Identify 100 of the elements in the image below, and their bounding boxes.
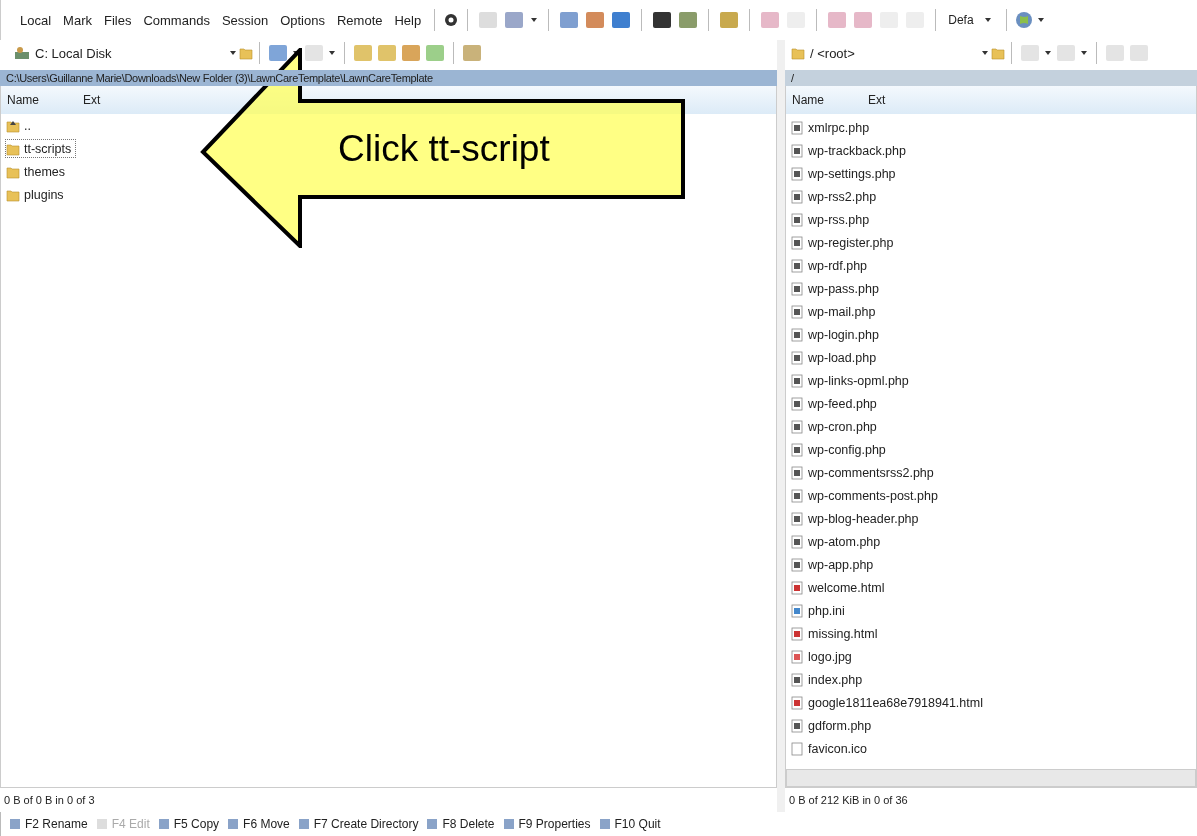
php-file-icon bbox=[791, 212, 804, 227]
toolbar-icon[interactable] bbox=[653, 12, 672, 28]
php-file-icon bbox=[791, 718, 804, 733]
php-file-icon bbox=[791, 465, 804, 480]
back-icon[interactable] bbox=[1021, 45, 1039, 61]
back-icon[interactable] bbox=[269, 45, 287, 61]
file-row[interactable]: wp-trackback.php bbox=[790, 141, 911, 160]
menu-item[interactable]: Mark bbox=[58, 12, 97, 28]
file-row[interactable]: index.php bbox=[790, 670, 868, 689]
refresh-icon[interactable] bbox=[426, 45, 444, 61]
callout-text: Click tt-script bbox=[338, 128, 550, 170]
file-row[interactable]: wp-pass.php bbox=[790, 279, 884, 298]
folder-icon bbox=[6, 164, 20, 179]
file-row[interactable]: wp-feed.php bbox=[790, 394, 882, 413]
gear-icon[interactable] bbox=[443, 12, 460, 28]
file-row[interactable]: welcome.html bbox=[790, 578, 890, 597]
file-row[interactable]: tt-scripts bbox=[5, 139, 77, 158]
web-file-icon bbox=[791, 626, 804, 641]
file-row[interactable]: gdform.php bbox=[790, 716, 877, 735]
file-row[interactable]: wp-atom.php bbox=[790, 532, 886, 551]
file-row[interactable]: wp-comments-post.php bbox=[790, 486, 943, 505]
php-file-icon bbox=[791, 557, 804, 572]
file-row[interactable]: logo.jpg bbox=[790, 647, 857, 666]
command-icon bbox=[426, 818, 439, 830]
menu-item[interactable]: Options bbox=[275, 12, 330, 28]
preset-dropdown[interactable]: Defa bbox=[944, 13, 998, 27]
function-key-button[interactable]: F6 Move bbox=[227, 817, 290, 831]
file-row[interactable]: wp-load.php bbox=[790, 348, 882, 367]
function-key-button[interactable]: F8 Delete bbox=[426, 817, 495, 831]
column-label[interactable]: Name bbox=[792, 93, 824, 107]
file-row[interactable]: .. bbox=[5, 116, 36, 135]
function-key-button[interactable]: F7 Create Directory bbox=[297, 817, 419, 831]
file-row[interactable]: favicon.ico bbox=[790, 739, 873, 758]
command-icon bbox=[297, 818, 310, 830]
file-row[interactable]: wp-mail.php bbox=[790, 302, 881, 321]
function-key-button[interactable]: F9 Properties bbox=[502, 817, 591, 831]
blank-file-icon bbox=[791, 741, 804, 756]
file-row[interactable]: wp-cron.php bbox=[790, 417, 882, 436]
menu-item[interactable]: Local bbox=[15, 12, 57, 28]
function-key-button[interactable]: F2 Rename bbox=[9, 817, 88, 831]
php-file-icon bbox=[791, 189, 804, 204]
file-row[interactable]: wp-settings.php bbox=[790, 164, 901, 183]
globe-icon[interactable] bbox=[1014, 11, 1033, 29]
php-file-icon bbox=[791, 143, 804, 158]
settings-file-icon bbox=[791, 603, 804, 618]
file-row[interactable]: google1811ea68e7918941.html bbox=[790, 693, 988, 712]
php-file-icon bbox=[791, 166, 804, 181]
menu-item[interactable]: Remote bbox=[331, 12, 388, 28]
folder-icon bbox=[791, 46, 805, 60]
php-file-icon bbox=[791, 672, 804, 687]
php-file-icon bbox=[791, 304, 804, 319]
web-file-icon bbox=[791, 580, 804, 595]
disk-icon bbox=[14, 46, 30, 60]
php-file-icon bbox=[791, 281, 804, 296]
status-text: 0 B of 0 B in 0 of 3 bbox=[3, 793, 96, 808]
menu-item[interactable]: Session bbox=[216, 12, 274, 28]
command-icon bbox=[95, 818, 108, 830]
function-key-button[interactable]: F5 Copy bbox=[157, 817, 220, 831]
file-row[interactable]: wp-config.php bbox=[790, 440, 891, 459]
home-icon[interactable] bbox=[402, 45, 420, 61]
column-label[interactable]: Ext bbox=[83, 93, 101, 107]
file-row[interactable]: wp-register.php bbox=[790, 233, 899, 252]
file-row[interactable]: wp-app.php bbox=[790, 555, 879, 574]
tree-icon[interactable] bbox=[463, 45, 481, 61]
php-file-icon bbox=[791, 442, 804, 457]
php-file-icon bbox=[791, 419, 804, 434]
command-icon bbox=[157, 818, 170, 830]
file-row[interactable]: missing.html bbox=[790, 624, 883, 643]
file-row[interactable]: wp-blog-header.php bbox=[790, 509, 924, 528]
file-row[interactable]: wp-rss2.php bbox=[790, 187, 882, 206]
php-file-icon bbox=[791, 235, 804, 250]
file-row[interactable]: wp-commentsrss2.php bbox=[790, 463, 939, 482]
image-file-icon bbox=[791, 649, 804, 664]
column-label[interactable]: Name bbox=[7, 93, 39, 107]
menu-item[interactable]: Commands bbox=[138, 12, 215, 28]
file-row[interactable]: wp-rdf.php bbox=[790, 256, 873, 275]
file-row[interactable]: wp-login.php bbox=[790, 325, 884, 344]
pane-splitter[interactable] bbox=[777, 40, 785, 812]
scrollbar[interactable] bbox=[786, 769, 1196, 787]
php-file-icon bbox=[791, 396, 804, 411]
web-file-icon bbox=[791, 695, 804, 710]
status-text: 0 B of 212 KiB in 0 of 36 bbox=[788, 793, 909, 808]
menu-item[interactable]: Help bbox=[389, 12, 427, 28]
php-file-icon bbox=[791, 373, 804, 388]
function-key-button[interactable]: F10 Quit bbox=[598, 817, 661, 831]
file-row[interactable]: wp-links-opml.php bbox=[790, 371, 914, 390]
file-row[interactable]: wp-rss.php bbox=[790, 210, 875, 229]
forward-icon[interactable] bbox=[1057, 45, 1075, 61]
php-file-icon bbox=[791, 534, 804, 549]
file-row[interactable]: themes bbox=[5, 162, 70, 181]
column-label[interactable]: Ext bbox=[868, 93, 886, 107]
file-row[interactable]: plugins bbox=[5, 185, 69, 204]
php-file-icon bbox=[791, 350, 804, 365]
file-row[interactable]: php.ini bbox=[790, 601, 850, 620]
file-row[interactable]: xmlrpc.php bbox=[790, 118, 875, 137]
folder-icon bbox=[6, 187, 20, 202]
menu-item[interactable]: Files bbox=[98, 12, 137, 28]
folder-icon bbox=[6, 141, 20, 156]
php-file-icon bbox=[791, 258, 804, 273]
forward-icon[interactable] bbox=[305, 45, 323, 61]
